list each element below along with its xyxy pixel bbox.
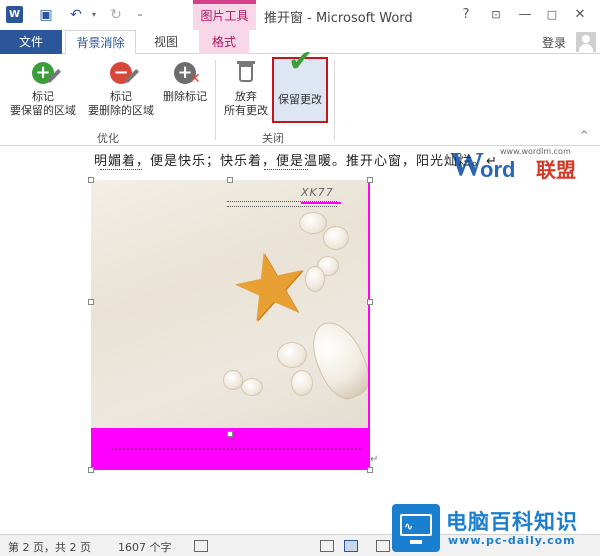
spelling-underline [264,167,308,170]
undo-icon[interactable]: ↶ [66,5,86,25]
selected-picture[interactable]: XK77 ★ [88,177,373,473]
mark-areas-to-keep-button[interactable]: + 标记 要保留的区域 [6,58,80,118]
close-button[interactable]: ✕ [568,4,592,26]
beach-photo: XK77 ★ [91,180,370,428]
document-canvas[interactable]: W ord 联盟 www.wordlm.com 明媚着，便是快乐；快乐着，便是温… [0,146,600,534]
minus-circle-pencil-icon: − [106,58,140,88]
tab-file[interactable]: 文件 [0,30,62,54]
minimize-button[interactable]: — [513,4,537,26]
image-brand-text: XK77 [301,186,334,199]
seashell [241,378,263,396]
seashell [299,212,327,234]
delete-mark-button[interactable]: + ✕ 删除标记 [160,58,210,104]
picture-tools-context-label: 图片工具 [193,0,256,30]
seashell [223,370,243,390]
resize-handle-bottom-inner[interactable] [227,431,233,437]
discard-all-changes-button[interactable]: 放弃 所有更改 [218,58,274,118]
plus-circle-pencil-icon: + [28,58,62,88]
title-bar: W ▣ ↶ ▾ ↻ ₌ 图片工具 推开窗 - Microsoft Word ? … [0,0,600,30]
ribbon-panel: + 标记 要保留的区域 − 标记 要删除的区域 +✕ 删除标记 放弃 所有更改 [0,44,600,146]
resize-handle-bottom-right[interactable] [367,467,373,473]
undo-dropdown-icon[interactable]: ▾ [84,5,104,25]
discard-label-1: 放弃 [235,90,257,103]
mark-remove-label-1: 标记 [110,90,132,103]
page-count[interactable]: 第 2 页，共 2 页 [8,539,91,555]
resize-handle-bottom-left[interactable] [88,467,94,473]
maximize-button[interactable]: □ [540,4,564,26]
ribbon-display-options-icon[interactable]: ⊡ [484,4,508,26]
resize-handle-top[interactable] [227,177,233,183]
recycle-bin-icon [231,58,261,88]
resize-handle-top-right[interactable] [367,177,373,183]
window-title: 推开窗 - Microsoft Word [264,11,413,26]
removal-mark-line [301,202,341,204]
keep-changes-button[interactable]: ✔ 保留更改 [272,44,328,123]
group-separator [215,60,216,140]
pc-daily-watermark: ∿ 电脑百科知识 www.pc-daily.com [392,500,600,556]
avatar[interactable] [576,32,596,52]
resize-handle-top-left[interactable] [88,177,94,183]
word-window: W ▣ ↶ ▾ ↻ ₌ 图片工具 推开窗 - Microsoft Word ? … [0,0,600,556]
removed-region-text [111,448,361,450]
mark-areas-to-remove-button[interactable]: − 标记 要删除的区域 [84,58,158,118]
mark-keep-label-1: 标记 [32,90,54,103]
monitor-logo-icon: ∿ [392,504,440,552]
mark-remove-label-2: 要删除的区域 [88,104,154,117]
spelling-underline [100,167,142,170]
paragraph-mark: ↵ [370,454,379,465]
seashell [323,226,349,250]
collapse-ribbon-icon[interactable]: ^ [580,130,588,141]
proofing-icon[interactable] [194,540,208,552]
seashell [277,342,307,368]
group-separator [334,60,335,140]
resize-handle-right[interactable] [367,299,373,305]
word-count[interactable]: 1607 个字 [118,539,172,555]
login-link[interactable]: 登录 [542,34,566,51]
mark-keep-label-2: 要保留的区域 [10,104,76,117]
seashell [291,370,313,396]
web-layout-icon[interactable] [376,540,390,552]
tab-background-removal[interactable]: 背景消除 [65,30,136,55]
read-mode-icon[interactable] [320,540,334,552]
group-label-close: 关闭 [262,132,284,145]
discard-label-2: 所有更改 [224,104,268,117]
circle-x-icon: + ✕ [170,58,201,88]
starfish: ★ [220,226,322,347]
resize-handle-left[interactable] [88,299,94,305]
badge-site-url: www.pc-daily.com [448,534,576,547]
checkmark-icon: ✔ [288,44,314,79]
tab-format[interactable]: 格式 [199,30,249,55]
group-label-refine: 优化 [97,132,119,145]
badge-site-name: 电脑百科知识 [446,510,578,534]
save-icon[interactable]: ▣ [36,5,56,25]
keep-changes-label: 保留更改 [278,93,322,106]
help-button[interactable]: ? [454,4,478,26]
redo-icon[interactable]: ↻ [106,5,126,25]
delete-mark-label: 删除标记 [163,90,207,103]
print-layout-icon[interactable] [344,540,358,552]
tab-view[interactable]: 视图 [146,30,186,55]
customize-toolbar-icon[interactable]: ₌ [130,5,150,25]
word-app-icon[interactable]: W [6,6,23,23]
